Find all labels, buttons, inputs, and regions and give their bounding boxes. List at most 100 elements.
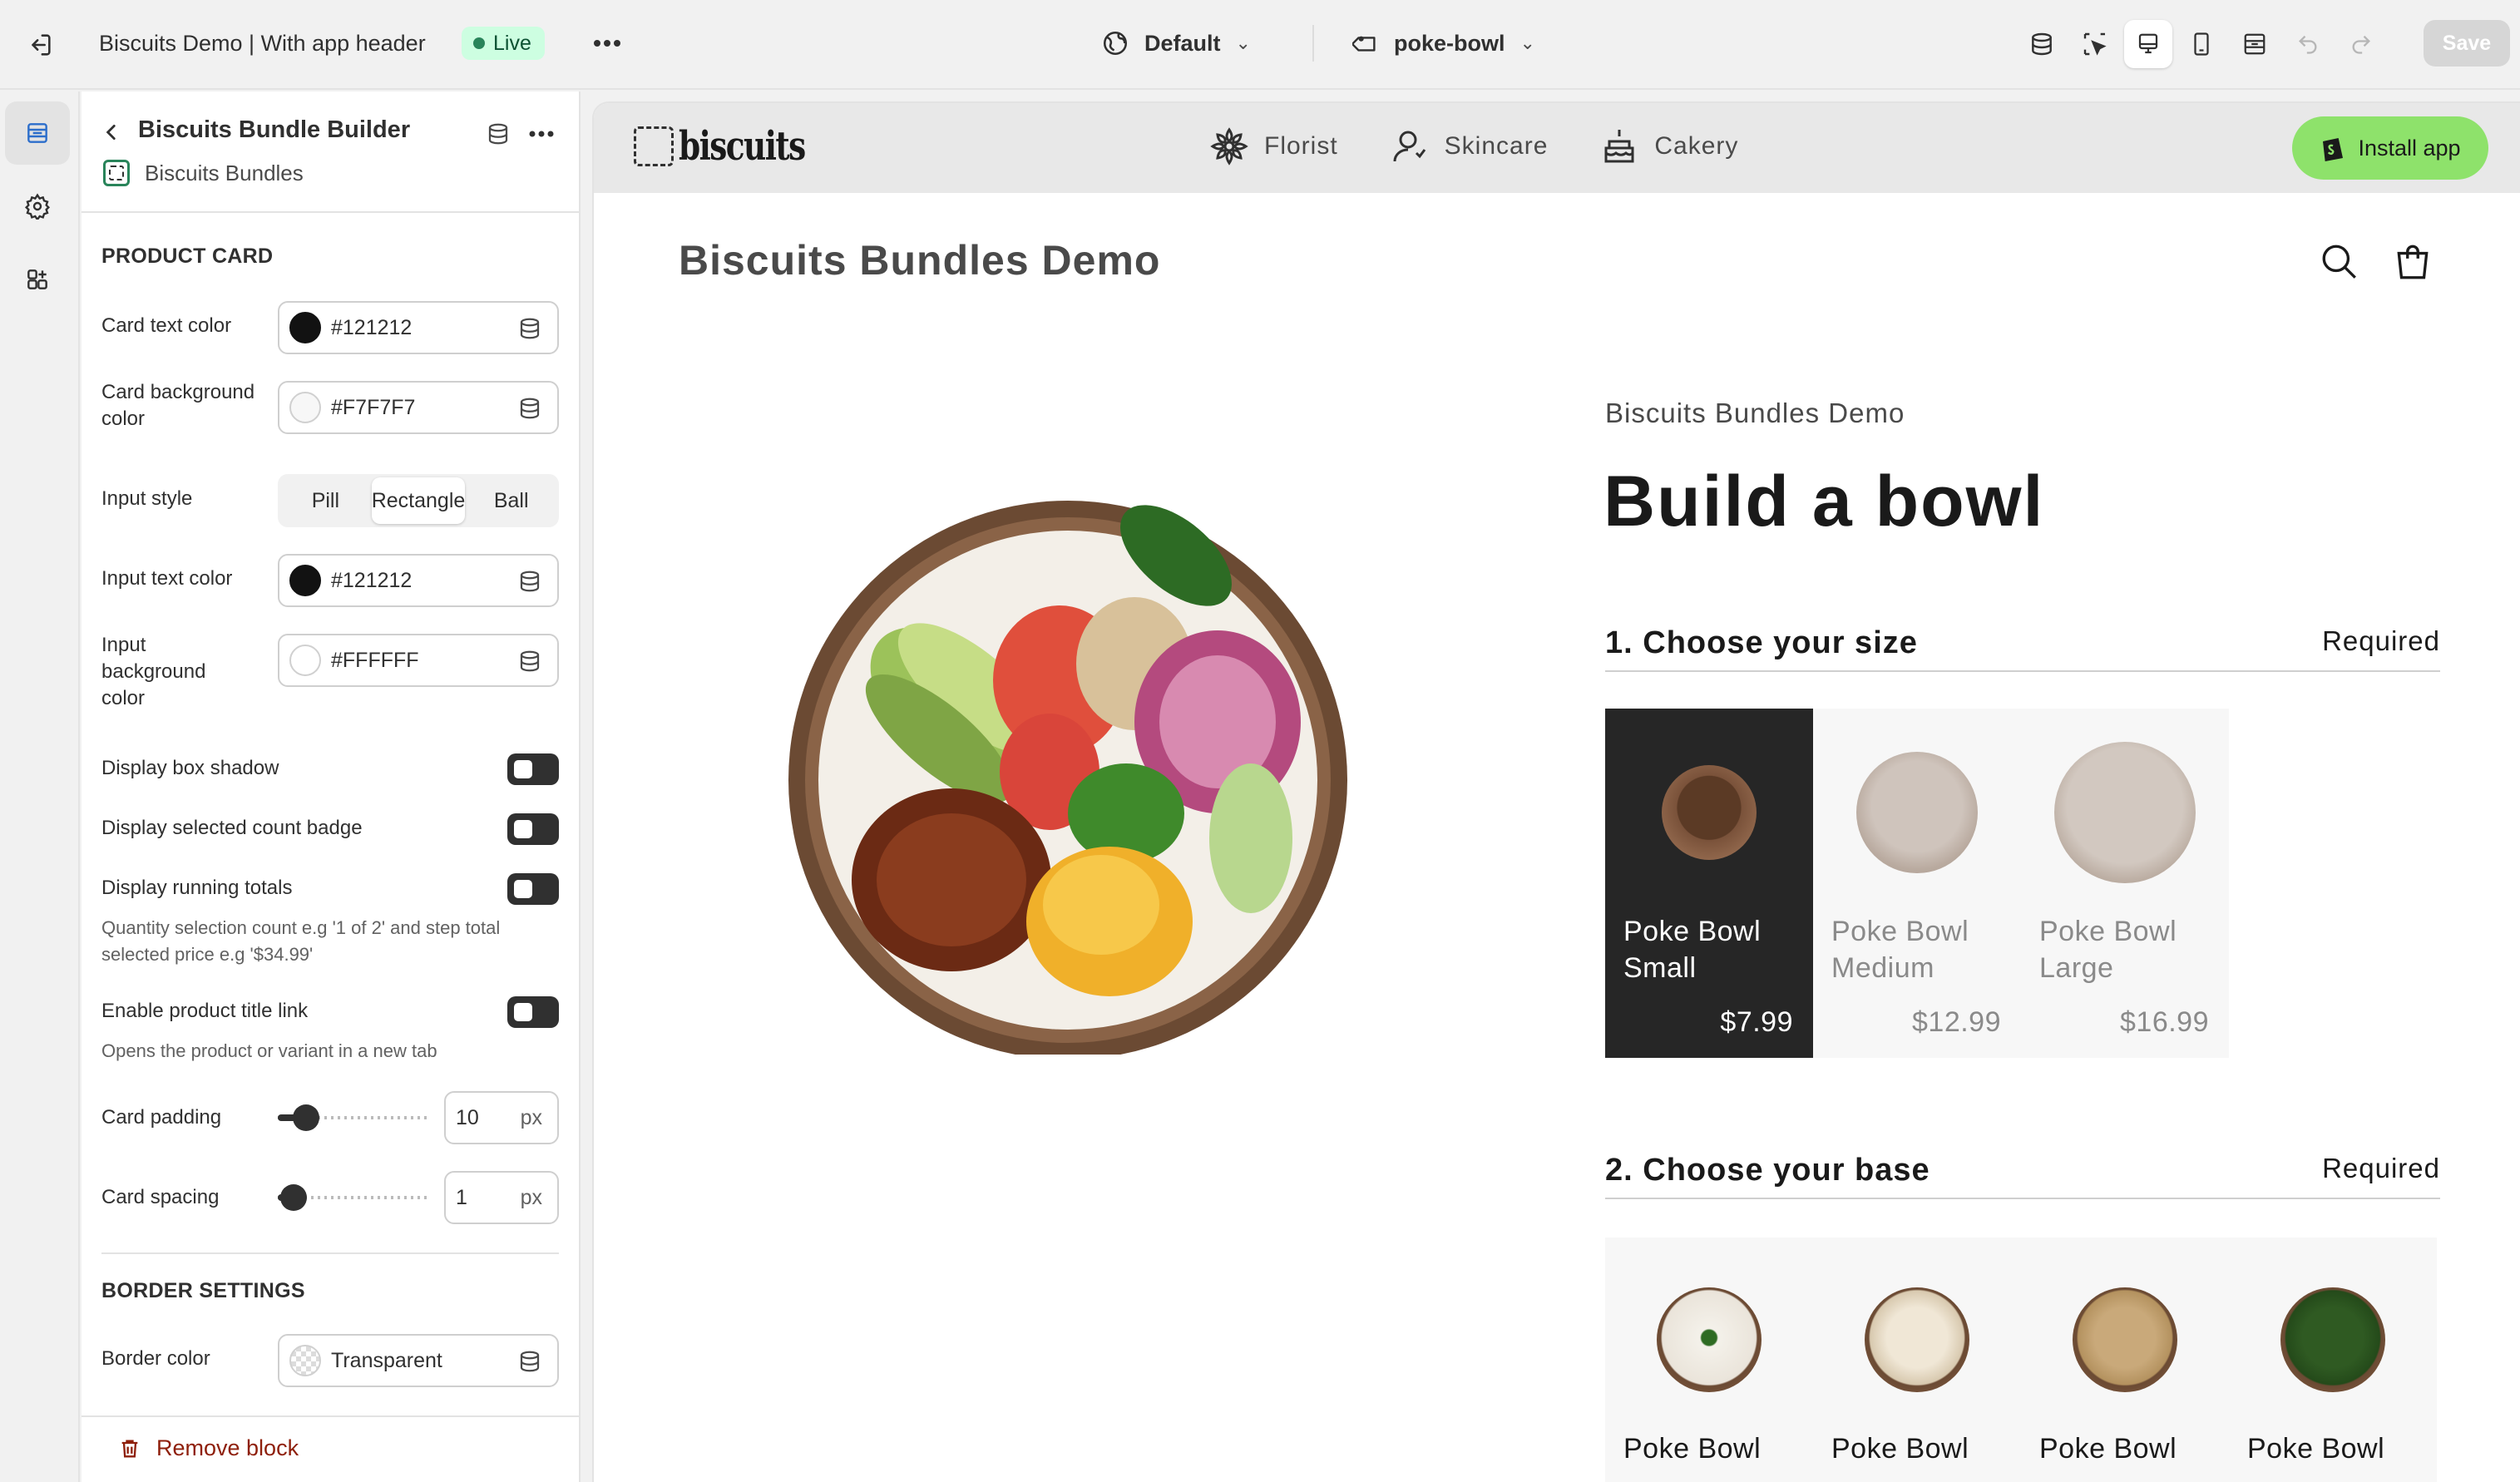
flower-icon xyxy=(1210,127,1248,165)
tag-icon xyxy=(1352,36,1376,52)
card-spacing-slider[interactable] xyxy=(278,1181,427,1214)
more-actions-button[interactable] xyxy=(586,25,629,62)
cursor-select-icon xyxy=(2083,32,2107,56)
desktop-view-button[interactable] xyxy=(2124,20,2172,68)
input-bg-color-field[interactable]: #FFFFFF xyxy=(278,634,559,687)
count-badge-toggle[interactable] xyxy=(507,813,559,845)
count-badge-label: Display selected count badge xyxy=(101,817,363,839)
card-text-color-field[interactable]: #121212 xyxy=(278,301,559,354)
title-link-toggle[interactable] xyxy=(507,996,559,1028)
cart-icon[interactable] xyxy=(2392,241,2434,283)
unit-label: px xyxy=(520,1105,542,1129)
transparent-swatch[interactable] xyxy=(289,1345,321,1376)
shopping-bag-icon xyxy=(2323,138,2344,161)
save-button[interactable]: Save xyxy=(2424,20,2510,67)
color-swatch[interactable] xyxy=(289,565,321,596)
biscuits-logo[interactable]: biscuits xyxy=(634,123,840,170)
app-header-bar: biscuits Florist Skincare Cakery Install… xyxy=(594,103,2520,193)
product-card-medium[interactable]: Poke Bowl Medium $12.99 xyxy=(1813,709,2021,1058)
store-name[interactable]: Biscuits Bundles Demo xyxy=(679,236,1160,284)
title-link-help: Opens the product or variant in a new ta… xyxy=(101,1040,437,1061)
toolbar-icons xyxy=(2018,20,2385,68)
nav-item-skincare[interactable]: Skincare xyxy=(1390,126,1549,166)
base-card[interactable]: Poke Bowl xyxy=(1813,1237,2021,1482)
database-icon xyxy=(488,123,508,145)
app-embeds-button[interactable] xyxy=(2018,20,2066,68)
nav-item-florist[interactable]: Florist xyxy=(1209,126,1338,166)
card-spacing-value: 1 xyxy=(456,1185,467,1209)
remove-block-button[interactable]: Remove block xyxy=(118,1435,299,1461)
border-color-field[interactable]: Transparent xyxy=(278,1334,559,1387)
card-padding-input[interactable]: 10 px xyxy=(444,1091,559,1144)
input-text-color-field[interactable]: #121212 xyxy=(278,554,559,607)
inspector-button[interactable] xyxy=(2071,20,2119,68)
chevron-down-icon: ⌄ xyxy=(1235,32,1251,53)
card-title: Poke Bowl Medium xyxy=(1831,916,1969,984)
product-vendor: Biscuits Bundles Demo xyxy=(1605,398,1905,428)
exit-button[interactable] xyxy=(18,23,62,67)
color-swatch[interactable] xyxy=(289,392,321,423)
nav-label: Skincare xyxy=(1444,132,1549,160)
color-swatch[interactable] xyxy=(289,645,321,676)
input-bg-color-value: #FFFFFF xyxy=(331,648,419,672)
block-more-button[interactable] xyxy=(522,115,561,153)
dynamic-source-button[interactable] xyxy=(479,115,517,153)
box-shadow-toggle[interactable] xyxy=(507,753,559,785)
card-bg-color-field[interactable]: #F7F7F7 xyxy=(278,381,559,434)
poke-bowl-image xyxy=(788,501,1347,1055)
card-price: $12.99 xyxy=(1912,1006,2001,1038)
input-style-ball[interactable]: Ball xyxy=(467,477,556,524)
redo-icon xyxy=(2352,35,2370,54)
input-style-pill[interactable]: Pill xyxy=(281,477,370,524)
undo-button[interactable] xyxy=(2284,20,2332,68)
apps-nav-button[interactable] xyxy=(5,248,70,311)
slider-thumb[interactable] xyxy=(292,1104,319,1131)
product-card-large[interactable]: Poke Bowl Large $16.99 xyxy=(2021,709,2229,1058)
title-link-label: Enable product title link xyxy=(101,1000,309,1022)
box-shadow-label: Display box shadow xyxy=(101,757,279,779)
install-app-button[interactable]: Install app xyxy=(2292,116,2488,180)
live-dot-icon xyxy=(473,37,485,49)
product-card-small[interactable]: Poke Bowl Small $7.99 xyxy=(1605,709,1813,1058)
full-width-button[interactable] xyxy=(2231,20,2279,68)
base-card[interactable]: Poke Bowl xyxy=(2021,1237,2229,1482)
database-icon[interactable] xyxy=(517,396,542,421)
card-padding-slider[interactable] xyxy=(278,1101,427,1134)
border-color-value: Transparent xyxy=(331,1348,442,1372)
input-bg-color-label: Input background color xyxy=(101,634,206,709)
base-card[interactable]: Poke Bowl xyxy=(2229,1237,2437,1482)
back-button[interactable] xyxy=(95,113,128,151)
undo-icon xyxy=(2299,35,2317,54)
slider-thumb[interactable] xyxy=(279,1184,307,1211)
base-card[interactable]: Poke Bowl xyxy=(1605,1237,1813,1482)
chevron-down-icon: ⌄ xyxy=(1519,32,1535,53)
bowl-image xyxy=(2054,742,2196,883)
card-spacing-input[interactable]: 1 px xyxy=(444,1171,559,1224)
nav-item-cakery[interactable]: Cakery xyxy=(1599,126,1738,166)
search-icon[interactable] xyxy=(2319,241,2360,283)
theme-select[interactable]: Default ⌄ xyxy=(1101,22,1251,65)
redo-button[interactable] xyxy=(2337,20,2385,68)
theme-settings-nav-button[interactable] xyxy=(5,175,70,238)
desktop-icon xyxy=(2138,33,2158,54)
card-bg-color-label: Card background color xyxy=(101,381,255,430)
person-icon xyxy=(1393,131,1426,162)
database-icon[interactable] xyxy=(517,569,542,594)
nav-label: Florist xyxy=(1264,132,1338,160)
step-2-title: 2. Choose your base xyxy=(1605,1153,1930,1188)
database-icon[interactable] xyxy=(517,1349,542,1374)
logo-text: biscuits xyxy=(679,123,806,170)
bowl-image xyxy=(1856,752,1978,873)
input-style-rectangle[interactable]: Rectangle xyxy=(371,477,466,524)
card-spacing-label: Card spacing xyxy=(101,1186,220,1208)
database-icon[interactable] xyxy=(517,649,542,674)
template-select[interactable]: poke-bowl ⌄ xyxy=(1352,22,1535,65)
mobile-view-button[interactable] xyxy=(2177,20,2226,68)
unit-label: px xyxy=(520,1185,542,1209)
sections-nav-button[interactable] xyxy=(5,101,70,165)
color-swatch[interactable] xyxy=(289,312,321,343)
running-totals-toggle[interactable] xyxy=(507,873,559,905)
database-icon[interactable] xyxy=(517,316,542,341)
card-price: $16.99 xyxy=(2120,1006,2209,1038)
input-style-label: Input style xyxy=(101,487,193,510)
